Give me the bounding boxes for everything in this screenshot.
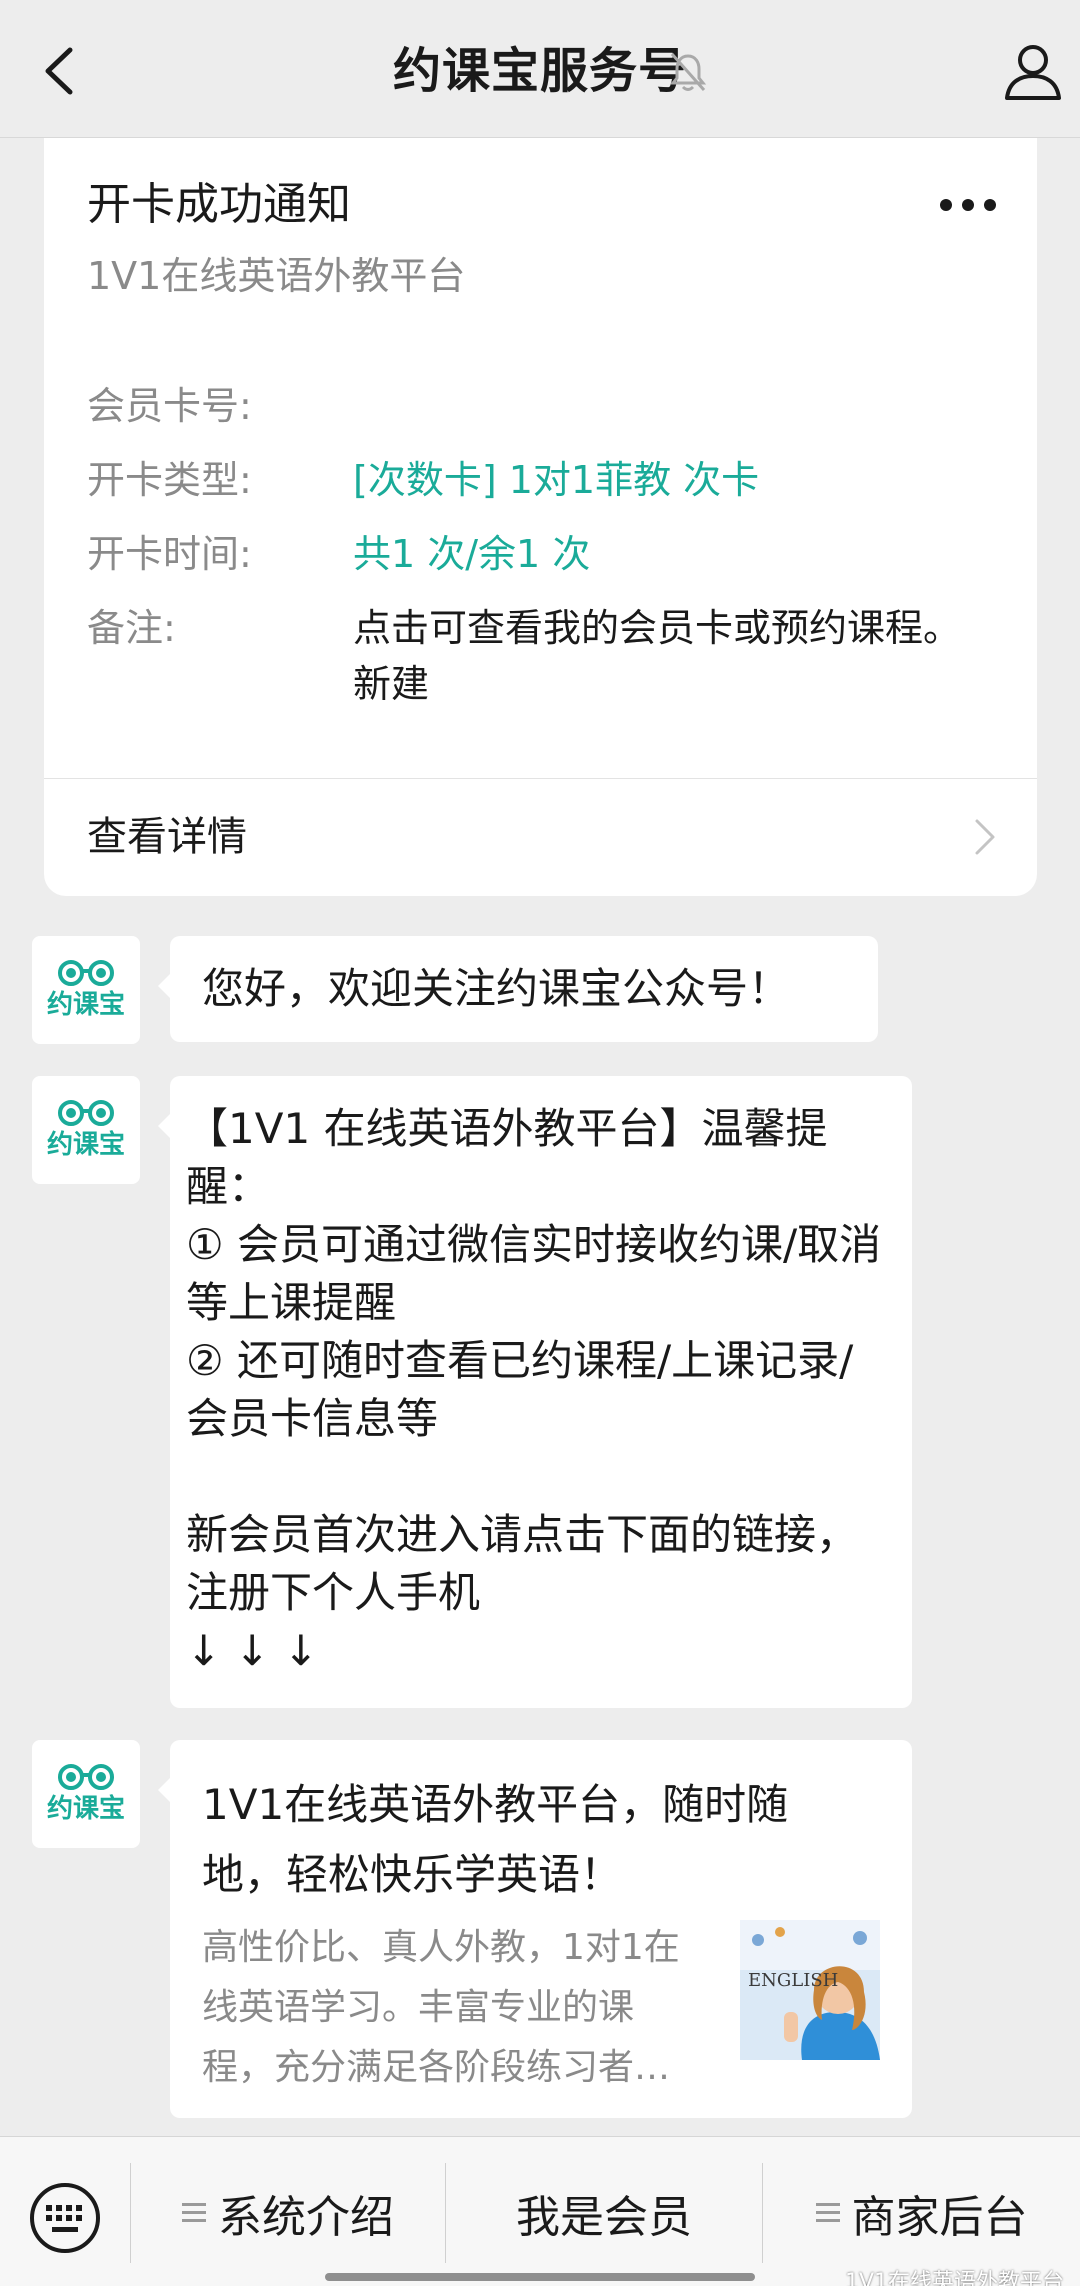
link-thumbnail: ENGLISH [740, 1920, 880, 2060]
more-dots-icon [940, 199, 996, 211]
menu-item-label: 商家后台 [851, 2192, 1028, 2243]
field-card-time: 开卡时间: 共1 次/余1 次 [87, 526, 987, 582]
menu-lines-icon [182, 2203, 206, 2222]
glasses-logo-icon [58, 1100, 114, 1126]
view-details-label: 查看详情 [87, 814, 247, 860]
message-text: 您好，欢迎关注约课宝公众号！ [202, 964, 791, 1013]
view-details-link[interactable]: 查看详情 [44, 779, 1037, 896]
avatar[interactable]: 约课宝 [32, 936, 140, 1044]
notification-card[interactable]: 开卡成功通知 1V1在线英语外教平台 会员卡号: 开卡类型: [次数卡] 1对1… [44, 138, 1037, 896]
field-label: 开卡类型: [87, 458, 252, 502]
keyboard-icon [30, 2183, 100, 2253]
chat-screen: 约课宝服务号 开卡成功通知 1V1在线英语外教平台 会员卡号: 开卡类型: [次… [0, 0, 1080, 2286]
link-card[interactable]: 1V1在线英语外教平台，随时随地，轻松快乐学英语！ 高性价比、真人外教，1对1在… [158, 1740, 912, 2118]
message-reminder: 约课宝 【1V1 在线英语外教平台】温馨提醒： ① 会员可通过微信实时接收约课/… [0, 1076, 1080, 1708]
avatar-brand: 约课宝 [46, 1130, 125, 1160]
more-button[interactable] [934, 190, 1002, 220]
message-link: 约课宝 1V1在线英语外教平台，随时随地，轻松快乐学英语！ 高性价比、真人外教，… [0, 1740, 1080, 2118]
menu-item-label: 系统介绍 [218, 2192, 394, 2243]
menu-lines-icon [815, 2203, 840, 2222]
avatar-brand: 约课宝 [46, 990, 125, 1020]
field-value: 点击可查看我的会员卡或预约课程。新建 [353, 606, 962, 706]
menu-item-label: 我是会员 [516, 2192, 692, 2243]
field-value [353, 378, 963, 434]
menu-item-system-intro[interactable]: 系统介绍 [131, 2163, 445, 2263]
message-bubble[interactable]: 【1V1 在线英语外教平台】温馨提醒： ① 会员可通过微信实时接收约课/取消等上… [158, 1076, 912, 1708]
profile-button[interactable] [1000, 38, 1066, 104]
thumbnail-text: ENGLISH [748, 1970, 838, 1991]
message-welcome: 约课宝 您好，欢迎关注约课宝公众号！ [0, 936, 1080, 1044]
keyboard-toggle-button[interactable] [28, 2181, 102, 2255]
link-title: 1V1在线英语外教平台，随时随地，轻松快乐学英语！ [202, 1780, 789, 1899]
field-remark: 备注: 点击可查看我的会员卡或预约课程。新建 [87, 600, 987, 712]
menu-item-member[interactable]: 我是会员 [446, 2163, 762, 2263]
top-bar: 约课宝服务号 [0, 0, 1080, 138]
field-card-number: 会员卡号: [87, 378, 987, 434]
card-title: 开卡成功通知 [87, 179, 351, 230]
avatar[interactable]: 约课宝 [32, 1076, 140, 1184]
mute-bell-icon [668, 50, 708, 94]
person-icon [1005, 45, 1061, 100]
card-fields: 会员卡号: 开卡类型: [次数卡] 1对1菲教 次卡 开卡时间: 共1 次/余1… [87, 378, 987, 730]
message-text: 【1V1 在线英语外教平台】温馨提醒： ① 会员可通过微信实时接收约课/取消等上… [186, 1104, 882, 1675]
card-subtitle: 1V1在线英语外教平台 [87, 254, 466, 298]
avatar[interactable]: 约课宝 [32, 1740, 140, 1848]
avatar-brand: 约课宝 [46, 1794, 125, 1824]
field-value: 共1 次/余1 次 [353, 532, 591, 576]
message-bubble[interactable]: 您好，欢迎关注约课宝公众号！ [158, 936, 878, 1042]
watermark: 1V1在线英语外教平台 [844, 2270, 1064, 2286]
field-value: [次数卡] 1对1菲教 次卡 [353, 458, 760, 502]
field-label: 开卡时间: [87, 532, 252, 576]
glasses-logo-icon [58, 1764, 114, 1790]
home-indicator[interactable] [325, 2273, 755, 2281]
chat-title: 约课宝服务号 [392, 43, 687, 99]
glasses-logo-icon [58, 960, 114, 986]
field-label: 备注: [87, 606, 176, 650]
field-card-type: 开卡类型: [次数卡] 1对1菲教 次卡 [87, 452, 987, 508]
field-label: 会员卡号: [87, 384, 252, 428]
menu-item-merchant-backend[interactable]: 商家后台 [763, 2163, 1080, 2263]
link-description: 高性价比、真人外教，1对1在线英语学习。丰富专业的课程，充分满足各阶段练习者… [202, 1927, 680, 2088]
chevron-right-icon [975, 819, 995, 855]
